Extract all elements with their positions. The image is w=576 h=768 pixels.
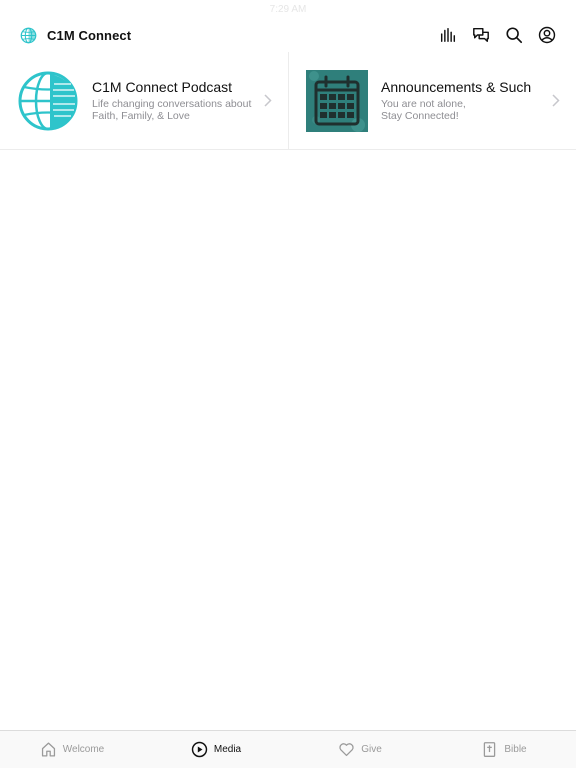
tab-media-label: Media: [213, 744, 242, 755]
announcements-card-title: Announcements & Such: [381, 78, 532, 95]
search-icon[interactable]: [505, 26, 523, 44]
heart-icon: [339, 743, 354, 757]
account-icon[interactable]: [538, 26, 556, 44]
tab-bible-label: Bible: [504, 744, 527, 755]
app-title: C1M Connect: [47, 27, 132, 43]
app-header: C1M Connect: [0, 18, 576, 52]
announcements-card[interactable]: Announcements & Such You are not alone, …: [288, 52, 576, 149]
globe-logo-icon: [20, 27, 37, 43]
tab-welcome-label: Welcome: [62, 744, 105, 755]
tab-give[interactable]: Give: [288, 731, 432, 768]
calendar-icon: [306, 69, 368, 132]
brand[interactable]: C1M Connect: [20, 27, 131, 44]
podcast-card-subtitle: Life changing conversations about Faith,…: [92, 97, 252, 123]
announcements-card-text: Announcements & Such You are not alone, …: [381, 79, 541, 123]
tab-welcome[interactable]: Welcome: [0, 731, 144, 768]
tab-give-label: Give: [361, 744, 382, 755]
tab-media[interactable]: Media: [144, 731, 288, 768]
podcast-card[interactable]: C1M Connect Podcast Life changing conver…: [0, 52, 288, 149]
status-bar: 7:29 AM: [0, 0, 576, 18]
status-time: 7:29 AM: [269, 3, 307, 15]
feature-cards: C1M Connect Podcast Life changing conver…: [0, 52, 576, 150]
globe-icon: [17, 69, 79, 132]
home-icon: [41, 742, 55, 757]
tab-bible[interactable]: Bible: [432, 731, 576, 768]
chevron-right-icon: [552, 94, 560, 107]
bible-icon: [484, 742, 496, 757]
app-window: 7:29 AM C1M Connect C1M Connect Podcast …: [0, 0, 576, 768]
podcast-card-text: C1M Connect Podcast Life changing conver…: [92, 79, 252, 123]
tab-bar: Welcome Media Give Bible: [0, 730, 576, 768]
podcast-card-title: C1M Connect Podcast: [92, 78, 233, 95]
header-actions: [439, 18, 556, 52]
announcements-card-subtitle: You are not alone, Stay Connected!: [381, 97, 466, 123]
audio-levels-icon[interactable]: [439, 26, 457, 44]
content-area: [0, 150, 576, 730]
chat-icon[interactable]: [472, 26, 490, 44]
play-icon: [191, 741, 208, 758]
chevron-right-icon: [264, 94, 272, 107]
